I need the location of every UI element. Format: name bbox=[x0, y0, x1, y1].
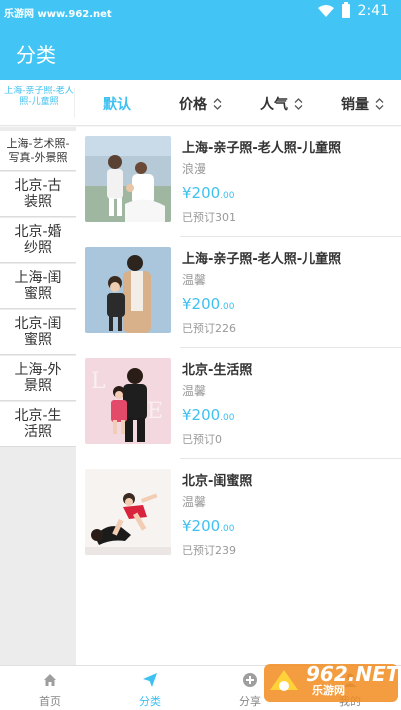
product-price: ¥200.00 bbox=[182, 183, 235, 202]
title-bar: 分类 bbox=[0, 24, 401, 80]
price-decimal: .00 bbox=[220, 302, 235, 312]
product-thumbnail bbox=[85, 136, 171, 222]
page-title: 分类 bbox=[16, 43, 56, 67]
status-indicators: 2:41 bbox=[317, 2, 389, 19]
product-tag: 温馨 bbox=[182, 273, 207, 287]
svg-text:L: L bbox=[91, 369, 106, 394]
sort-popularity-label: 人气 bbox=[260, 97, 288, 113]
status-time: 2:41 bbox=[357, 3, 389, 19]
sort-updown-icon bbox=[294, 98, 303, 110]
sidebar-item-beijing-life[interactable]: 北京-生活照 bbox=[0, 402, 76, 447]
price-decimal: .00 bbox=[220, 524, 235, 534]
product-title: 上海-亲子照-老人照-儿童照 bbox=[182, 252, 342, 267]
product-title: 北京-生活照 bbox=[182, 363, 253, 378]
share-icon bbox=[243, 673, 257, 687]
product-booked-count: 已预订239 bbox=[182, 544, 236, 557]
divider bbox=[180, 458, 401, 459]
app-screen: 乐游网 www.962.net 2:41 分类 上海-亲子照-老人照-儿童照 默… bbox=[0, 0, 401, 710]
price-decimal: .00 bbox=[220, 191, 235, 201]
sidebar-item-label: 北京-闺蜜照 bbox=[14, 316, 62, 348]
product-list: 上海-亲子照-老人照-儿童照 浪漫 ¥200.00 已预订301 上海-亲子照-… bbox=[76, 127, 401, 665]
sidebar-item-label: 上海-艺术照-写真-外景照 bbox=[6, 136, 70, 164]
status-carrier-text: 乐游网 www.962.net bbox=[4, 9, 112, 20]
category-sidebar: 上海-艺术照-写真-外景照 北京-古装照 北京-婚纱照 上海-闺蜜照 北京-闺蜜… bbox=[0, 127, 76, 665]
price-main: ¥200 bbox=[182, 517, 221, 535]
product-tag: 温馨 bbox=[182, 495, 207, 509]
sidebar-item-label: 北京-生活照 bbox=[14, 408, 62, 440]
sidebar-item-beijing-costume[interactable]: 北京-古装照 bbox=[0, 172, 76, 217]
price-decimal: .00 bbox=[220, 413, 235, 423]
price-main: ¥200 bbox=[182, 295, 221, 313]
watermark-name: 乐游网 bbox=[312, 684, 345, 697]
sidebar-item-label: 北京-古装照 bbox=[14, 178, 62, 210]
sort-price-label: 价格 bbox=[179, 97, 207, 113]
nav-home-label: 首页 bbox=[39, 695, 61, 708]
svg-text:E: E bbox=[147, 399, 163, 424]
send-icon bbox=[143, 673, 157, 687]
sort-default-button[interactable]: 默认 bbox=[103, 94, 131, 114]
sidebar-item-shanghai-outdoor[interactable]: 上海-外景照 bbox=[0, 356, 76, 401]
product-booked-count: 已预订226 bbox=[182, 322, 236, 335]
sidebar-item-shanghai-art[interactable]: 上海-艺术照-写真-外景照 bbox=[0, 131, 76, 171]
sort-default-label: 默认 bbox=[103, 97, 131, 113]
nav-category[interactable]: 分类 bbox=[100, 666, 200, 710]
product-booked-count: 已预订0 bbox=[182, 433, 222, 446]
price-main: ¥200 bbox=[182, 406, 221, 424]
status-bar: 乐游网 www.962.net 2:41 bbox=[0, 0, 401, 24]
sidebar-item-label: 上海-闺蜜照 bbox=[14, 270, 62, 302]
wifi-icon bbox=[317, 5, 334, 17]
sort-price-button[interactable]: 价格 bbox=[179, 94, 222, 114]
nav-category-label: 分类 bbox=[139, 695, 161, 708]
sidebar-item-beijing-wedding[interactable]: 北京-婚纱照 bbox=[0, 218, 76, 263]
home-icon bbox=[44, 674, 56, 686]
sort-updown-icon bbox=[213, 98, 222, 110]
sidebar-item-shanghai-bestie[interactable]: 上海-闺蜜照 bbox=[0, 264, 76, 309]
product-thumbnail: L E bbox=[85, 358, 171, 444]
sort-sales-button[interactable]: 销量 bbox=[341, 94, 384, 114]
sort-updown-icon bbox=[375, 98, 384, 110]
current-category-label[interactable]: 上海-亲子照-老人照-儿童照 bbox=[4, 86, 74, 122]
product-tag: 浪漫 bbox=[182, 162, 207, 176]
product-title: 北京-闺蜜照 bbox=[182, 474, 253, 489]
price-main: ¥200 bbox=[182, 184, 221, 202]
product-item[interactable]: 上海-亲子照-老人照-儿童照 温馨 ¥200.00 已预订226 bbox=[76, 238, 401, 349]
divider bbox=[180, 236, 401, 237]
site-watermark: 962.NET 乐游网 bbox=[262, 660, 400, 706]
product-item[interactable]: 上海-亲子照-老人照-儿童照 浪漫 ¥200.00 已预订301 bbox=[76, 127, 401, 238]
divider bbox=[180, 347, 401, 348]
sidebar-item-label: 北京-婚纱照 bbox=[14, 224, 62, 256]
sort-bar: 上海-亲子照-老人照-儿童照 默认 价格 人气 销量 bbox=[0, 80, 401, 126]
sidebar-item-label: 上海-外景照 bbox=[14, 362, 62, 394]
product-tag: 温馨 bbox=[182, 384, 207, 398]
product-thumbnail bbox=[85, 469, 171, 555]
product-booked-count: 已预订301 bbox=[182, 211, 236, 224]
battery-icon bbox=[341, 2, 350, 18]
product-thumbnail bbox=[85, 247, 171, 333]
product-price: ¥200.00 bbox=[182, 516, 235, 535]
nav-home[interactable]: 首页 bbox=[0, 666, 100, 710]
divider bbox=[74, 88, 75, 118]
product-price: ¥200.00 bbox=[182, 294, 235, 313]
product-item[interactable]: L E 北京-生活照 温馨 ¥200.00 已预订0 bbox=[76, 349, 401, 460]
sort-sales-label: 销量 bbox=[341, 97, 369, 113]
product-price: ¥200.00 bbox=[182, 405, 235, 424]
product-item[interactable]: 北京-闺蜜照 温馨 ¥200.00 已预订239 bbox=[76, 460, 401, 571]
product-title: 上海-亲子照-老人照-儿童照 bbox=[182, 141, 342, 156]
sidebar-item-beijing-bestie[interactable]: 北京-闺蜜照 bbox=[0, 310, 76, 355]
sort-popularity-button[interactable]: 人气 bbox=[260, 94, 303, 114]
